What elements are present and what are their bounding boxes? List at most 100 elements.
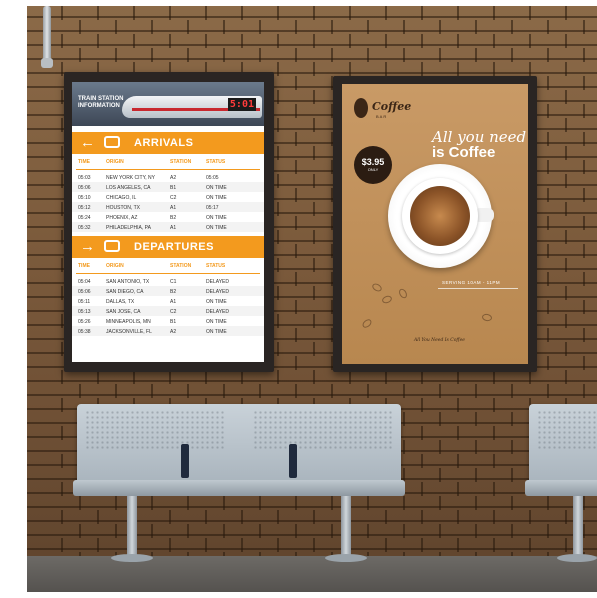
cell-time: 05:04 xyxy=(78,279,91,285)
table-row: 05:06 LOS ANGELES, CA B1 ON TIME xyxy=(72,182,264,192)
cell-status: DELAYED xyxy=(206,309,229,315)
arrivals-bar: ← ARRIVALS xyxy=(72,132,264,154)
table-row: 05:24 PHOENIX, AZ B2 ON TIME xyxy=(72,212,264,222)
table-row: 05:12 HOUSTON, TX A1 05:17 xyxy=(72,202,264,212)
bench-perforation xyxy=(85,410,225,450)
table-row: 05:06 SAN DIEGO, CA B2 DELAYED xyxy=(72,286,264,296)
arrivals-label: ARRIVALS xyxy=(134,137,194,149)
banner-clock: 5:01 xyxy=(227,98,256,111)
cell-origin: SAN ANTONIO, TX xyxy=(106,279,150,285)
cell-time: 05:38 xyxy=(78,329,91,335)
bench-leg xyxy=(127,496,137,558)
cell-station: C2 xyxy=(170,309,177,315)
brick-row xyxy=(27,510,597,524)
coffee-logo-sub: BAR xyxy=(376,114,388,119)
brick-row xyxy=(27,384,597,398)
cell-time: 05:13 xyxy=(78,309,91,315)
brick-wall-scene: TRAIN STATION INFORMATION 5:01 ← ARRIVAL… xyxy=(27,6,597,592)
departures-bar: → DEPARTURES xyxy=(72,236,264,258)
coffee-liquid xyxy=(410,186,470,246)
pipe-clip xyxy=(41,58,53,68)
platform-floor xyxy=(27,556,597,592)
bench-leg xyxy=(341,496,351,558)
cell-station: B2 xyxy=(170,289,177,295)
header-time: TIME xyxy=(78,159,90,165)
cell-origin: HOUSTON, TX xyxy=(106,205,140,211)
table-row: 05:38 JACKSONVILLE, FL A2 ON TIME xyxy=(72,326,264,336)
cell-station: A1 xyxy=(170,225,177,231)
cell-status: ON TIME xyxy=(206,215,227,221)
cell-origin: LOS ANGELES, CA xyxy=(106,185,151,191)
header-origin: ORIGIN xyxy=(106,159,124,165)
cell-status: ON TIME xyxy=(206,185,227,191)
cell-status: ON TIME xyxy=(206,225,227,231)
brick-row xyxy=(27,34,597,48)
coffee-bean-icon xyxy=(481,313,493,322)
cell-status: ON TIME xyxy=(206,329,227,335)
cell-status: 05:17 xyxy=(206,205,219,211)
bench-foot xyxy=(111,554,153,562)
brick-row xyxy=(27,6,597,20)
brick-row xyxy=(27,48,597,62)
cell-time: 05:10 xyxy=(78,195,91,201)
bench-foot xyxy=(557,554,597,562)
train-banner: TRAIN STATION INFORMATION 5:01 xyxy=(72,82,264,126)
coffee-bean-icon xyxy=(381,294,393,305)
header-origin: ORIGIN xyxy=(106,263,124,269)
price-sub: ONLY xyxy=(367,167,379,172)
departures-label: DEPARTURES xyxy=(134,241,214,253)
table-row: 05:32 PHILADELPHIA, PA A1 ON TIME xyxy=(72,222,264,232)
table-row: 05:11 DALLAS, TX A1 ON TIME xyxy=(72,296,264,306)
cell-station: A1 xyxy=(170,299,177,305)
cell-station: A2 xyxy=(170,329,177,335)
header-station: STATION xyxy=(170,263,192,269)
departures-table-header: TIME ORIGIN STATION STATUS xyxy=(72,260,264,272)
cell-status: ON TIME xyxy=(206,319,227,325)
coffee-logo: Coffee xyxy=(372,100,412,113)
cell-origin: PHOENIX, AZ xyxy=(106,215,138,221)
cell-origin: NEW YORK CITY, NY xyxy=(106,175,155,181)
serving-hours: SERVING 10AM - 11PM xyxy=(442,280,501,285)
coffee-bean-icon xyxy=(360,317,374,330)
arrivals-board-frame: TRAIN STATION INFORMATION 5:01 ← ARRIVAL… xyxy=(64,72,274,372)
bench-perforation xyxy=(253,410,393,450)
table-row: 05:03 NEW YORK CITY, NY A2 05:05 xyxy=(72,172,264,182)
cell-origin: DALLAS, TX xyxy=(106,299,135,305)
cell-station: B1 xyxy=(170,319,177,325)
cell-status: DELAYED xyxy=(206,289,229,295)
header-time: TIME xyxy=(78,263,90,269)
bench-leg xyxy=(573,496,583,558)
bench-bracket xyxy=(289,444,297,478)
cell-status: ON TIME xyxy=(206,299,227,305)
coffee-poster-frame: Coffee BAR All you need is Coffee $3.95 … xyxy=(333,76,537,372)
table-row: 05:13 SAN JOSE, CA C2 DELAYED xyxy=(72,306,264,316)
brick-row xyxy=(27,20,597,34)
cell-origin: JACKSONVILLE, FL xyxy=(106,329,152,335)
train-icon xyxy=(104,136,120,148)
banner-title: TRAIN STATION INFORMATION xyxy=(78,96,124,109)
coffee-poster: Coffee BAR All you need is Coffee $3.95 … xyxy=(342,84,528,364)
table-row: 05:04 SAN ANTONIO, TX C1 DELAYED xyxy=(72,276,264,286)
cell-time: 05:12 xyxy=(78,205,91,211)
cell-station: A2 xyxy=(170,175,177,181)
cell-station: C1 xyxy=(170,279,177,285)
cell-time: 05:32 xyxy=(78,225,91,231)
table-row: 05:26 MINNEAPOLIS, MN B1 ON TIME xyxy=(72,316,264,326)
arrivals-table-header: TIME ORIGIN STATION STATUS xyxy=(72,156,264,168)
cell-origin: MINNEAPOLIS, MN xyxy=(106,319,151,325)
cell-status: DELAYED xyxy=(206,279,229,285)
arrivals-divider xyxy=(76,169,260,170)
header-station: STATION xyxy=(170,159,192,165)
bench-foot xyxy=(325,554,367,562)
hours-divider xyxy=(438,288,518,289)
brick-row xyxy=(27,370,597,384)
table-row: 05:10 CHICAGO, IL C2 ON TIME xyxy=(72,192,264,202)
cell-time: 05:26 xyxy=(78,319,91,325)
bench-backrest-right xyxy=(529,404,597,484)
bench-perforation xyxy=(537,410,597,450)
arrivals-rows: 05:03 NEW YORK CITY, NY A2 05:05 05:06 LOS AN… xyxy=(72,172,264,234)
departures-divider xyxy=(76,273,260,274)
arrow-right-icon: → xyxy=(80,238,95,255)
price-badge: $3.95 ONLY xyxy=(354,146,392,184)
brick-row xyxy=(27,538,597,552)
